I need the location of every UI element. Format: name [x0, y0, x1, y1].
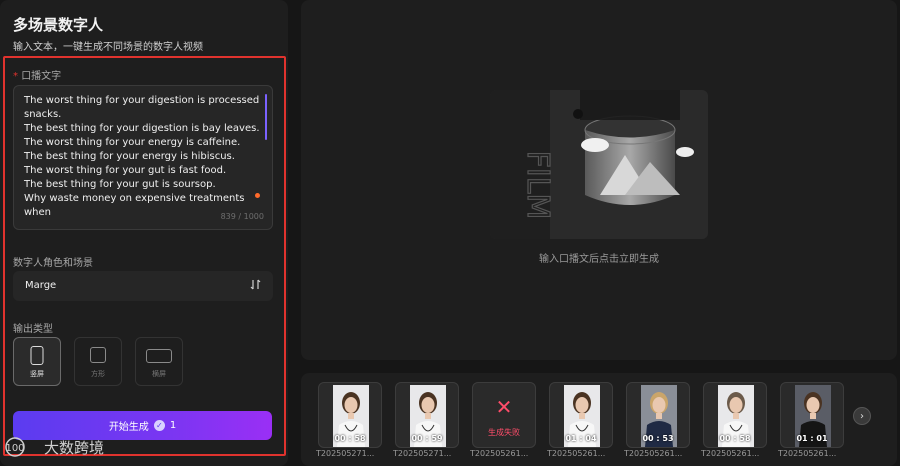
history-item[interactable]: 00 : 59	[395, 382, 459, 448]
script-line: The best thing for your gut is soursop.	[24, 179, 216, 190]
error-x-icon: ✕	[495, 395, 513, 419]
script-line: The worst thing for your energy is caffe…	[24, 137, 241, 148]
cursor-indicator	[255, 193, 260, 198]
history-item-name: T202505261...	[701, 449, 760, 458]
preview-panel: FILM 输入口播文后点击立即生成	[301, 0, 897, 360]
history-item[interactable]: 01 : 04	[549, 382, 613, 448]
duration-label: 01 : 01	[796, 434, 828, 443]
history-item-name: T202505261...	[547, 449, 606, 458]
duration-label: 00 : 58	[334, 434, 366, 443]
char-count: 839 / 1000	[220, 212, 264, 221]
film-text: FILM	[520, 151, 555, 220]
watermark-text: 大数跨境	[44, 438, 105, 457]
preview-hint: 输入口播文后点击立即生成	[539, 254, 659, 265]
ratio-square-button[interactable]: 方形	[74, 337, 122, 386]
script-line: The worst thing for your digestion is pr…	[24, 95, 260, 106]
history-item[interactable]: 00 : 58	[318, 382, 382, 448]
history-item[interactable]: 00 : 58	[703, 382, 767, 448]
check-coin-icon: ✓	[153, 420, 165, 431]
role-label: 数字人角色和场景	[13, 258, 93, 269]
role-select-value: Marge	[25, 280, 57, 291]
ratio-label: 横屏	[152, 370, 166, 378]
landscape-icon	[146, 349, 172, 363]
page-subtitle: 输入文本，一键生成不同场景的数字人视频	[13, 42, 203, 53]
required-marker: *	[13, 71, 18, 82]
ratio-portrait-button[interactable]: 竖屏	[13, 337, 61, 386]
output-label: 输出类型	[13, 324, 53, 335]
script-label: * 口播文字	[13, 67, 61, 82]
history-item-failed[interactable]: ✕ 生成失败	[472, 382, 536, 448]
generate-label: 开始生成	[108, 422, 149, 433]
generate-cost: 1	[169, 420, 177, 431]
history-item-name: T202505271...	[316, 449, 375, 458]
duration-label: 01 : 04	[565, 434, 597, 443]
script-label-text: 口播文字	[21, 71, 62, 82]
duration-label: 00 : 58	[719, 434, 751, 443]
script-line: The worst thing for your gut is fast foo…	[24, 165, 227, 176]
duration-label: 00 : 53	[642, 434, 674, 443]
history-item-name: T202505261...	[624, 449, 683, 458]
page-title: 多场景数字人	[13, 16, 104, 34]
history-item-name: T202505261...	[778, 449, 837, 458]
duration-label: 00 : 59	[411, 434, 443, 443]
portrait-icon	[30, 346, 44, 365]
chevron-right-icon[interactable]: ›	[853, 407, 871, 425]
switch-icon[interactable]	[250, 279, 261, 293]
scrollbar[interactable]	[265, 94, 267, 140]
role-select[interactable]: Marge	[13, 271, 273, 301]
history-panel: 00 : 58 T202505271... 00 : 59 T202505271...…	[301, 373, 897, 466]
svg-text:100: 100	[5, 443, 24, 454]
script-line: snacks.	[24, 109, 62, 120]
history-item[interactable]: 00 : 53	[626, 382, 690, 448]
watermark-logo-icon: 100	[5, 437, 25, 457]
film-placeholder-image: FILM	[490, 90, 708, 239]
script-line: The best thing for your digestion is bay…	[24, 123, 260, 134]
script-textarea[interactable]: The worst thing for your digestion is pr…	[13, 85, 273, 230]
script-line: The best thing for your energy is hibisc…	[24, 151, 235, 162]
history-item-name: T202505261...	[470, 449, 529, 458]
ratio-label: 方形	[91, 370, 105, 378]
watermark: 100 大数跨境	[4, 436, 104, 458]
script-text[interactable]: The worst thing for your digestion is pr…	[24, 94, 264, 220]
square-icon	[90, 347, 106, 363]
history-item-name: T202505271...	[393, 449, 452, 458]
ratio-landscape-button[interactable]: 横屏	[135, 337, 183, 386]
ratio-label: 竖屏	[30, 370, 44, 378]
history-item[interactable]: 01 : 01	[780, 382, 844, 448]
left-panel: 多场景数字人 输入文本，一键生成不同场景的数字人视频 * 口播文字 The wo…	[0, 0, 288, 466]
fail-label: 生成失败	[488, 428, 520, 437]
